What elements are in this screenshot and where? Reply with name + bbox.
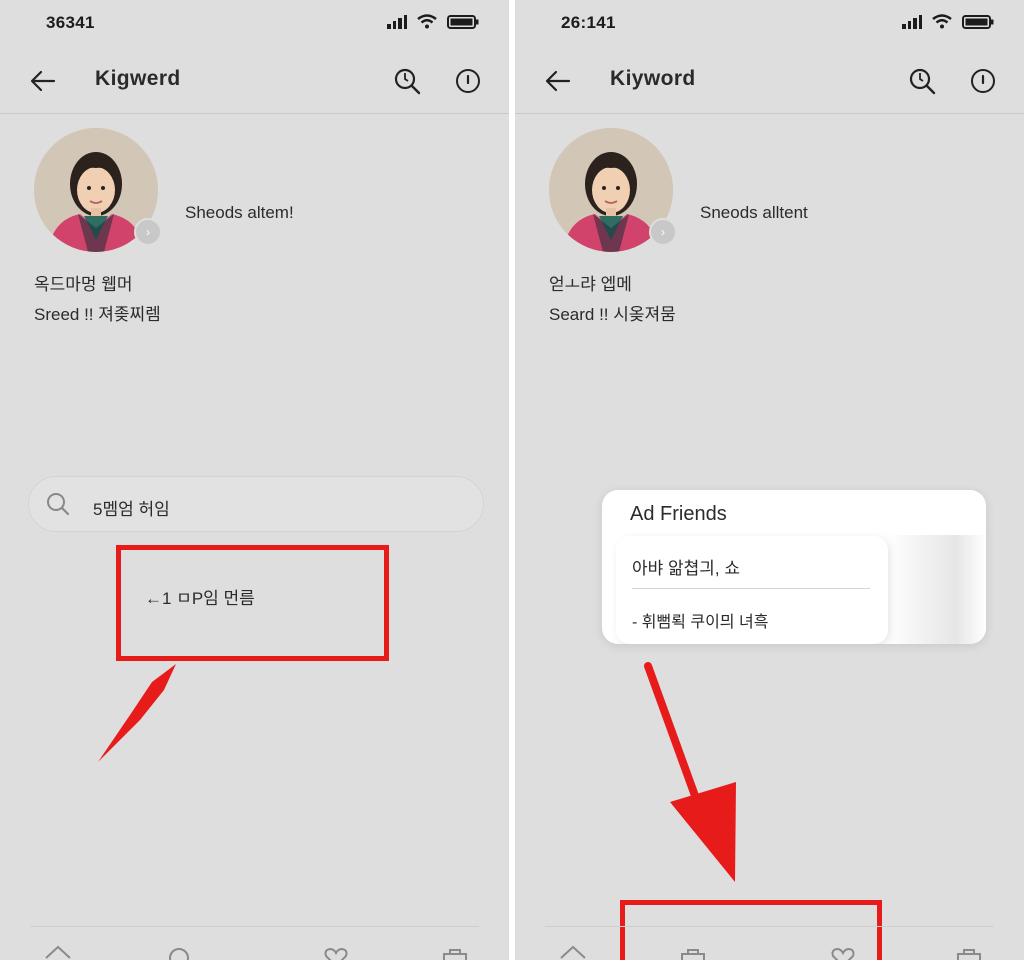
info-icon xyxy=(971,69,995,93)
popup-shadow-fade xyxy=(886,535,986,644)
popup-menu-item[interactable]: - 휘뻠뢱 쿠이믜 녀흑 xyxy=(632,608,768,632)
search-icon[interactable] xyxy=(164,944,194,960)
popup-title: Ad Friends xyxy=(630,503,727,525)
wifi-icon xyxy=(417,14,437,29)
search-icon xyxy=(394,68,421,95)
search-input[interactable]: 5멤엄 허임 xyxy=(28,476,484,532)
profile-status-text: Sneods alltent xyxy=(700,203,808,222)
red-arrow-annotation xyxy=(98,664,176,762)
back-button[interactable] xyxy=(26,64,60,98)
app-bar: Kigwerd xyxy=(0,48,509,114)
highlight-box[interactable]: ←1 ㅁP임 먼름 xyxy=(116,545,389,661)
battery-icon xyxy=(447,14,479,29)
wifi-icon xyxy=(932,14,952,29)
left-phone-screen: 36341 Kigwerd › Sheods altem! 옥드마멍 웹머 Sr… xyxy=(0,0,509,960)
search-button[interactable] xyxy=(905,64,939,98)
popup-menu-card: 아뱌 앎쳡긔, 쇼 - 휘뻠뢱 쿠이믜 녀흑 xyxy=(616,536,888,644)
red-arrow-annotation xyxy=(644,662,736,882)
chevron-right-icon: › xyxy=(146,225,150,239)
page-title: Kiyword xyxy=(610,67,696,90)
search-button[interactable] xyxy=(390,64,424,98)
avatar-edit-badge[interactable]: › xyxy=(649,218,677,246)
info-icon xyxy=(456,69,480,93)
comparison-canvas: 36341 Kigwerd › Sheods altem! 옥드마멍 웹머 Sr… xyxy=(0,0,1024,960)
status-bar: 26:141 xyxy=(515,0,1024,48)
info-button[interactable] xyxy=(966,64,1000,98)
tab-bar-divider xyxy=(30,926,479,927)
battery-icon xyxy=(962,14,994,29)
back-arrow-icon xyxy=(545,70,571,92)
bag-icon[interactable] xyxy=(440,944,470,960)
signal-icon xyxy=(387,14,407,29)
status-time: 36341 xyxy=(46,13,95,32)
popup-menu-item[interactable]: 아뱌 앎쳡긔, 쇼 xyxy=(632,554,740,579)
back-button[interactable] xyxy=(541,64,575,98)
info-button[interactable] xyxy=(451,64,485,98)
search-icon xyxy=(47,493,70,516)
profile-name: 얻ㅗ랴 엡메 xyxy=(549,275,632,294)
page-title: Kigwerd xyxy=(95,67,181,90)
tab-bar-divider xyxy=(545,926,994,927)
search-input-value: 5멤엄 허임 xyxy=(93,500,170,519)
profile-status-text: Sheods altem! xyxy=(185,203,294,222)
signal-icon xyxy=(902,14,922,29)
heart-icon[interactable] xyxy=(321,944,351,960)
bag-icon[interactable] xyxy=(954,944,984,960)
highlight-label: ←1 ㅁP임 먼름 xyxy=(145,589,255,608)
avatar-edit-badge[interactable]: › xyxy=(134,218,162,246)
home-icon[interactable] xyxy=(43,944,73,960)
popup-divider xyxy=(632,588,870,589)
profile-subtitle: Seard !! 시옺져뭄 xyxy=(549,305,676,324)
add-friends-popup: Ad Friends 아뱌 앎쳡긔, 쇼 - 휘뻠뢱 쿠이믜 녀흑 xyxy=(602,490,986,644)
status-time: 26:141 xyxy=(561,13,616,32)
chevron-right-icon: › xyxy=(661,225,665,239)
right-phone-screen: 26:141 Kiyword › Sneods alltent 얻ㅗ랴 엡메 S… xyxy=(515,0,1024,960)
search-icon xyxy=(909,68,936,95)
profile-name: 옥드마멍 웹머 xyxy=(34,275,133,294)
status-icons xyxy=(902,14,994,29)
app-bar: Kiyword xyxy=(515,48,1024,114)
status-bar: 36341 xyxy=(0,0,509,48)
bag-icon[interactable] xyxy=(678,944,708,960)
status-icons xyxy=(387,14,479,29)
home-icon[interactable] xyxy=(558,944,588,960)
profile-subtitle: Sreed !! 져좆찌렘 xyxy=(34,305,161,324)
back-arrow-icon xyxy=(30,70,56,92)
heart-icon[interactable] xyxy=(828,944,858,960)
